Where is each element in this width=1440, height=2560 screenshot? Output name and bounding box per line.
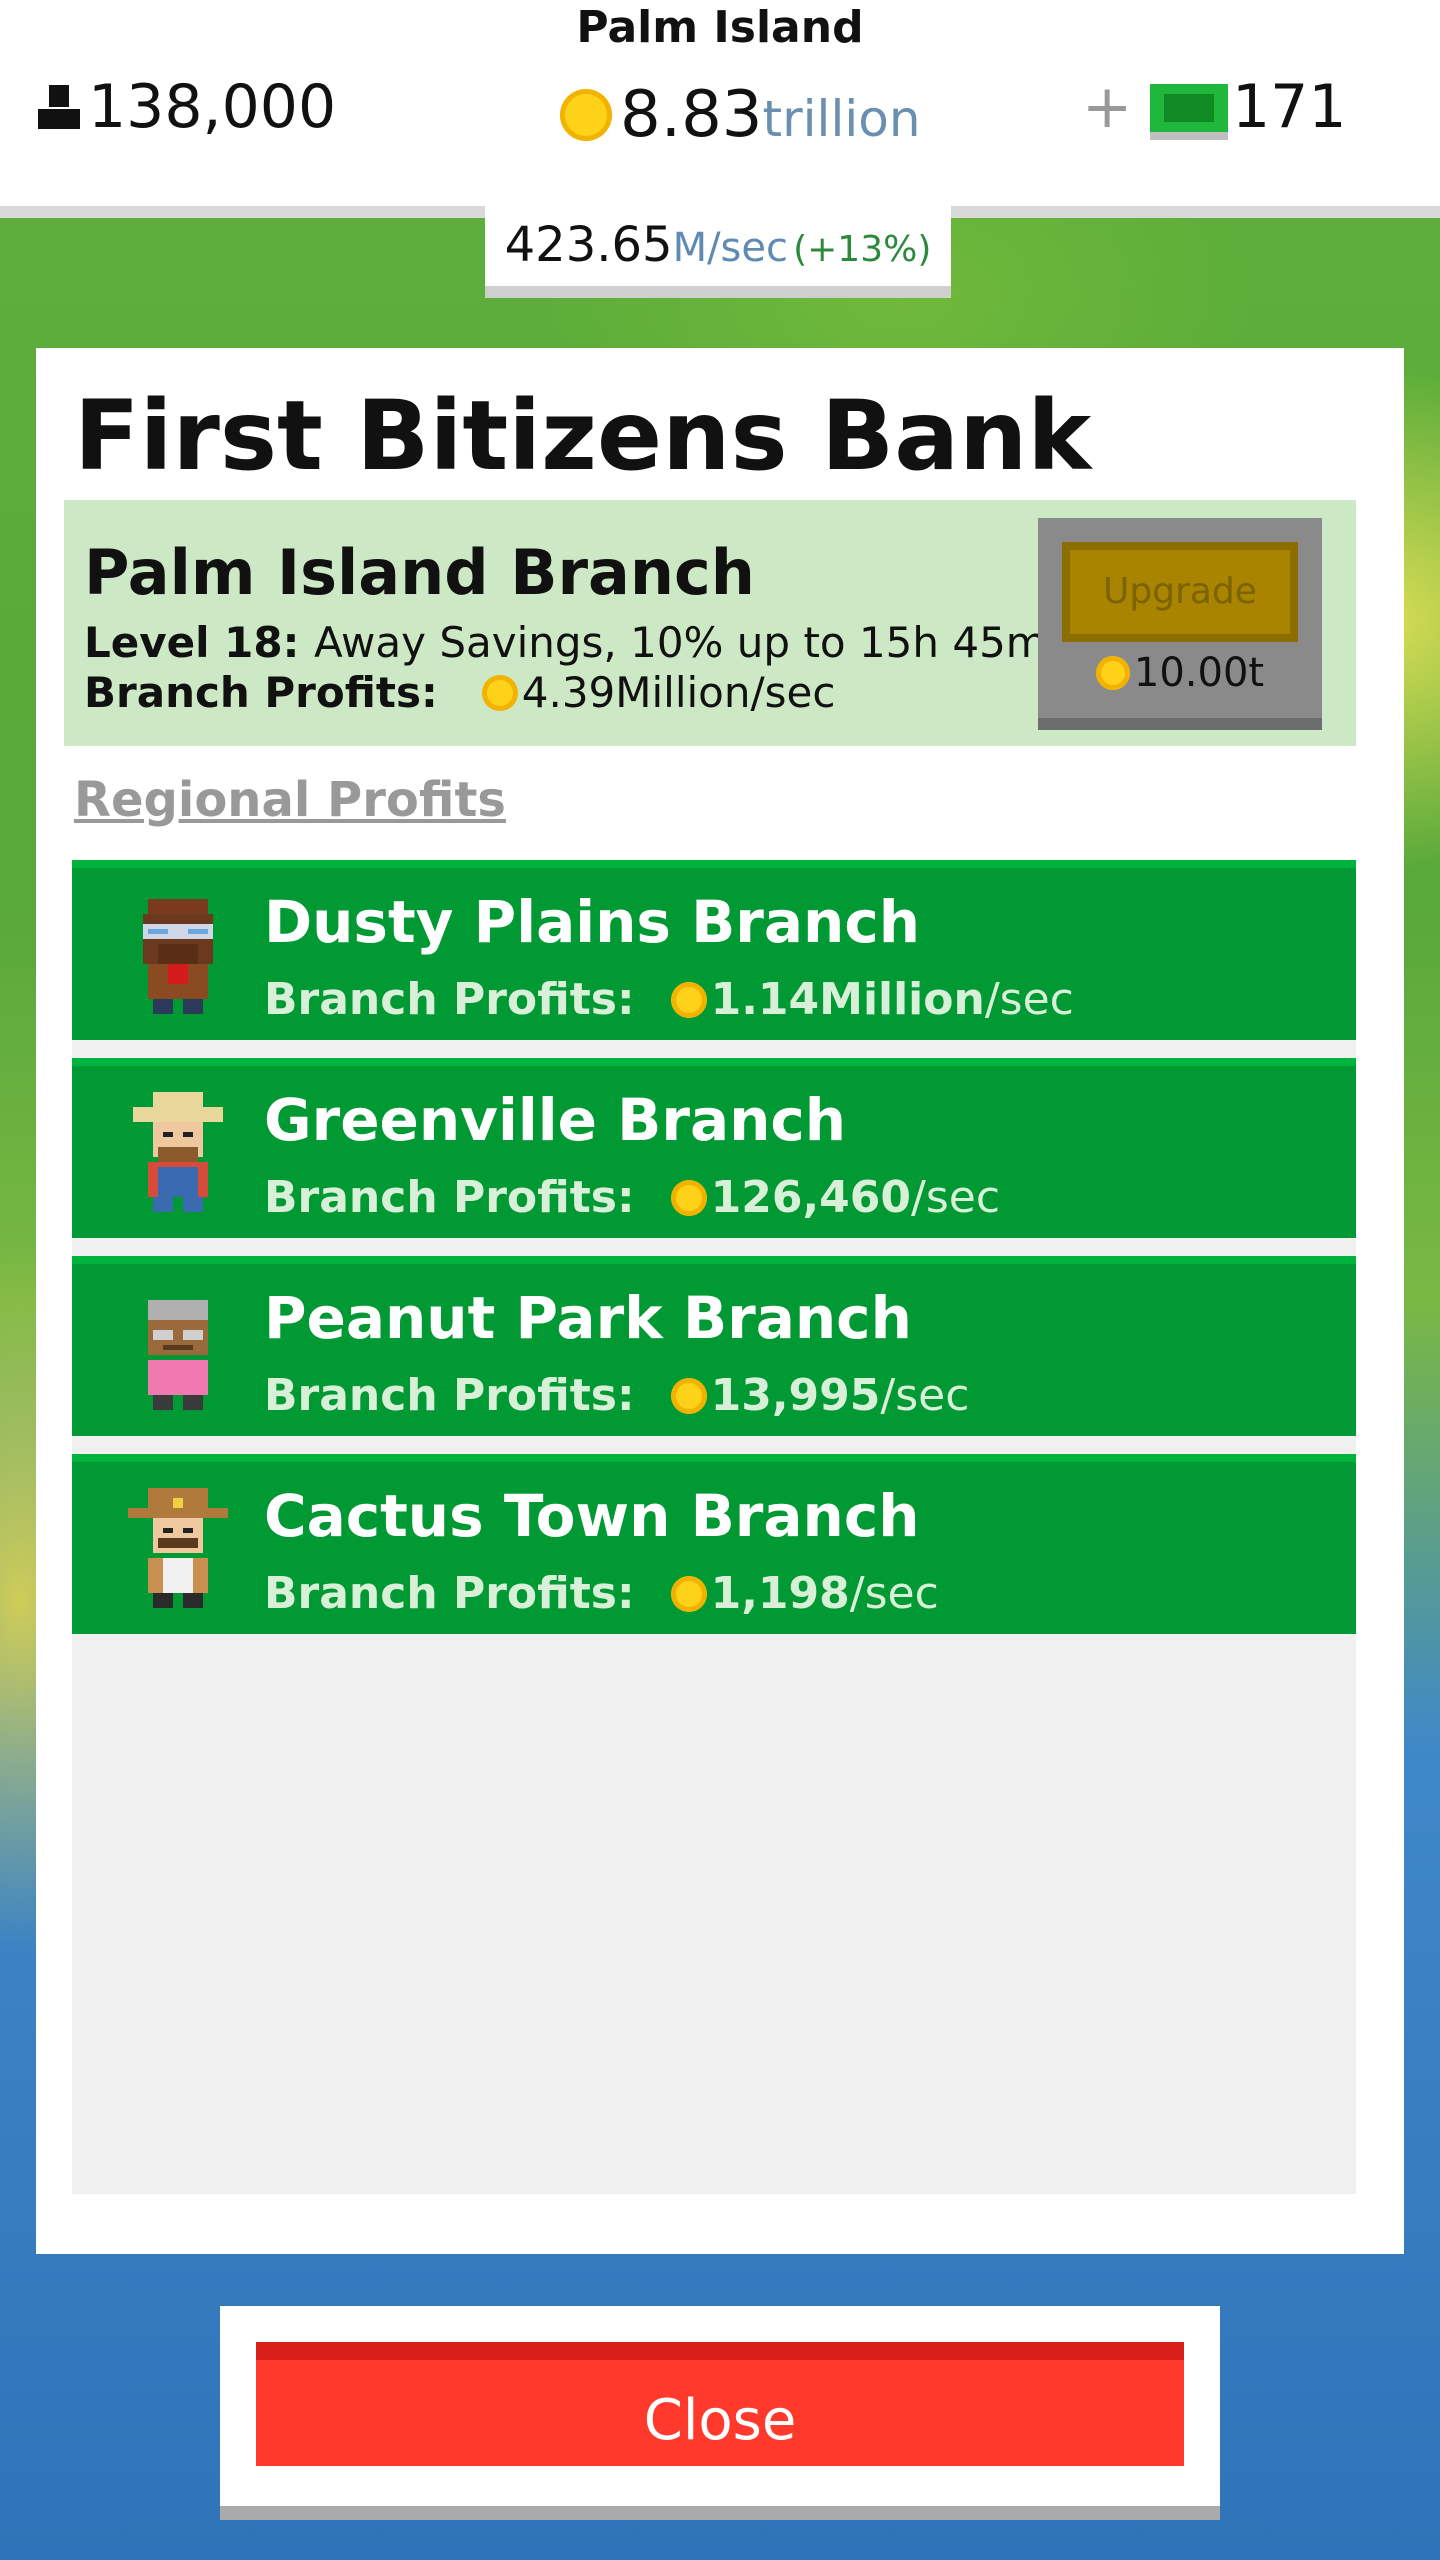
branch-profits-amount: 126,460 bbox=[710, 1172, 911, 1223]
branch-profits-amount: 1,198 bbox=[710, 1568, 850, 1619]
upgrade-cost: 10.00t bbox=[1038, 650, 1322, 696]
main-branch-level: Level 18: Away Savings, 10% up to 15h 45… bbox=[84, 618, 1047, 667]
branch-profits-label: Branch Profits: bbox=[264, 1568, 635, 1619]
profits-label: Branch Profits: bbox=[84, 668, 438, 717]
island-name: Palm Island bbox=[576, 2, 864, 53]
branch-row-dusty-plains[interactable]: Dusty Plains Branch Branch Profits: 1.14… bbox=[72, 860, 1356, 1040]
branch-name: Dusty Plains Branch bbox=[264, 888, 921, 956]
grandma-avatar-icon bbox=[148, 1300, 208, 1410]
branch-profits-amount: 1.14Million bbox=[710, 974, 985, 1025]
branch-profits: Branch Profits: 1.14Million/sec bbox=[264, 974, 1074, 1025]
branch-profits: Branch Profits: 13,995/sec bbox=[264, 1370, 969, 1421]
coin-icon bbox=[670, 1575, 707, 1612]
person-icon bbox=[38, 85, 80, 129]
pilot-avatar-icon bbox=[143, 899, 213, 1014]
branch-profits-unit: /sec bbox=[849, 1568, 939, 1619]
coin-balance-unit: trillion bbox=[762, 90, 921, 148]
coin-balance-value: 8.83 bbox=[620, 78, 763, 152]
buy-bux-button[interactable]: + bbox=[1082, 72, 1132, 142]
close-button[interactable]: Close bbox=[256, 2342, 1184, 2466]
branch-profits-unit: /sec bbox=[911, 1172, 1001, 1223]
income-rate-value: 423.65 bbox=[504, 217, 673, 273]
coin-icon bbox=[560, 89, 612, 141]
branch-profits-amount: 13,995 bbox=[710, 1370, 881, 1421]
coin-icon bbox=[670, 981, 707, 1018]
branch-profits: Branch Profits: 126,460/sec bbox=[264, 1172, 1000, 1223]
profits-value: 4.39Million/sec bbox=[521, 668, 836, 717]
branch-name: Greenville Branch bbox=[264, 1086, 847, 1154]
main-branch-name: Palm Island Branch bbox=[84, 536, 755, 609]
upgrade-panel: Upgrade 10.00t bbox=[1038, 518, 1322, 730]
coin-icon bbox=[670, 1377, 707, 1414]
level-description: Away Savings, 10% up to 15h 45m bbox=[314, 618, 1047, 667]
bux-balance: 171 bbox=[1232, 72, 1347, 142]
income-rate-unit: M/sec bbox=[672, 225, 788, 271]
bank-panel: First Bitizens Bank Palm Island Branch L… bbox=[36, 348, 1404, 2254]
branch-profits-unit: /sec bbox=[880, 1370, 970, 1421]
coin-icon bbox=[670, 1179, 707, 1216]
branch-list: Dusty Plains Branch Branch Profits: 1.14… bbox=[72, 860, 1356, 2194]
income-rate-tab: 423.65M/sec (+13%) bbox=[485, 206, 951, 298]
upgrade-cost-value: 10.00t bbox=[1133, 650, 1265, 696]
sheriff-avatar-icon bbox=[128, 1488, 228, 1608]
top-status-bar: Palm Island 138,000 8.83 trillion + 171 bbox=[0, 0, 1440, 218]
level-label: Level 18: bbox=[84, 618, 300, 667]
branch-profits-label: Branch Profits: bbox=[264, 1172, 635, 1223]
coin-balance: 8.83 trillion bbox=[560, 78, 921, 152]
branch-row-peanut-park[interactable]: Peanut Park Branch Branch Profits: 13,99… bbox=[72, 1256, 1356, 1436]
income-rate-bonus: (+13%) bbox=[793, 229, 932, 270]
branch-profits-label: Branch Profits: bbox=[264, 974, 635, 1025]
close-button-container: Close bbox=[220, 2306, 1220, 2520]
coin-icon bbox=[1095, 656, 1130, 690]
branch-row-greenville[interactable]: Greenville Branch Branch Profits: 126,46… bbox=[72, 1058, 1356, 1238]
branch-profits-unit: /sec bbox=[984, 974, 1074, 1025]
panel-title: First Bitizens Bank bbox=[74, 380, 1092, 492]
farmer-avatar-icon bbox=[133, 1092, 223, 1212]
upgrade-button[interactable]: Upgrade bbox=[1062, 542, 1298, 642]
cash-icon[interactable] bbox=[1150, 84, 1228, 140]
coin-icon bbox=[481, 674, 518, 711]
population-counter: 138,000 bbox=[38, 72, 336, 142]
branch-name: Peanut Park Branch bbox=[264, 1284, 912, 1352]
main-branch-card: Palm Island Branch Level 18: Away Saving… bbox=[64, 500, 1356, 746]
branch-profits: Branch Profits: 1,198/sec bbox=[264, 1568, 939, 1619]
upgrade-button-label: Upgrade bbox=[1070, 550, 1290, 634]
branch-row-cactus-town[interactable]: Cactus Town Branch Branch Profits: 1,198… bbox=[72, 1454, 1356, 1634]
regional-profits-link[interactable]: Regional Profits bbox=[74, 772, 506, 828]
branch-name: Cactus Town Branch bbox=[264, 1482, 920, 1550]
population-value: 138,000 bbox=[88, 72, 337, 142]
main-branch-profits: Branch Profits: 4.39Million/sec bbox=[84, 668, 835, 717]
branch-profits-label: Branch Profits: bbox=[264, 1370, 635, 1421]
